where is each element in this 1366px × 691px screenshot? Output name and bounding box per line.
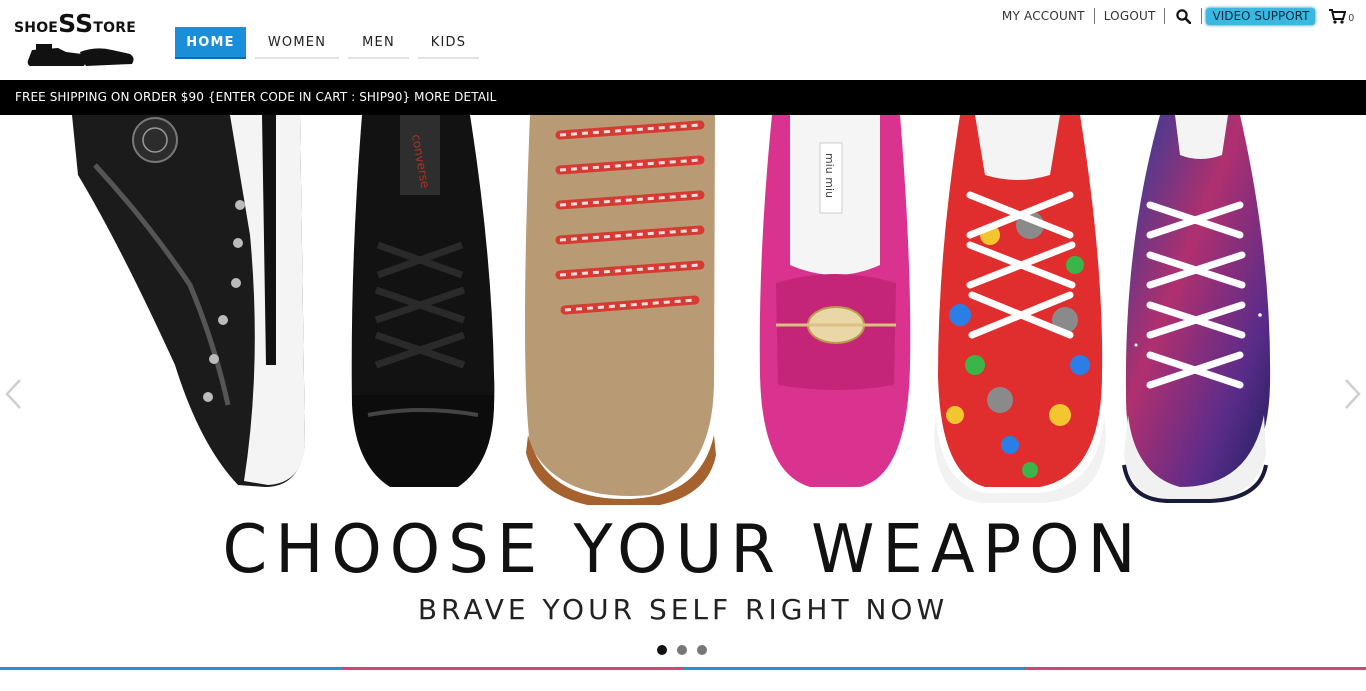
logo-wordmark: SHOESSTORE [14, 9, 136, 38]
nav-kids[interactable]: KIDS [418, 27, 479, 59]
toolbar-divider [1201, 8, 1203, 24]
promo-text: FREE SHIPPING ON ORDER $90 {ENTER CODE I… [15, 90, 497, 104]
chevron-right-icon [1345, 379, 1361, 409]
nav-home[interactable]: HOME [175, 27, 246, 59]
section-divider [0, 667, 1366, 670]
cart-button[interactable]: 0 [1329, 8, 1354, 24]
slider-pagination [657, 645, 707, 655]
slider-dot-2[interactable] [677, 645, 687, 655]
search-button[interactable] [1165, 7, 1201, 25]
logo-shoes-icon [27, 44, 134, 66]
hero-headline: CHOOSE YOUR WEAPON [222, 511, 1144, 589]
chevron-left-icon [5, 379, 21, 409]
slider-prev-arrow[interactable] [2, 377, 26, 411]
black-converse-shoe: converse [351, 115, 495, 487]
hero-shoes-image: converse miu miu [72, 115, 1271, 505]
free-shipping-banner[interactable]: FREE SHIPPING ON ORDER $90 {ENTER CODE I… [0, 80, 1366, 115]
video-support-button[interactable]: VIDEO SUPPORT [1206, 7, 1316, 25]
nav-men[interactable]: MEN [348, 27, 409, 59]
pink-moccasin-shoe: miu miu [759, 115, 911, 487]
slider-dot-1[interactable] [657, 645, 667, 655]
slider-dot-3[interactable] [697, 645, 707, 655]
cart-icon [1329, 8, 1347, 24]
hero-subheadline: BRAVE YOUR SELF RIGHT NOW [417, 593, 949, 626]
cat-print-sneaker [934, 115, 1106, 503]
shoes-store-logo[interactable]: SHOESSTORE [14, 10, 148, 70]
main-nav: HOME WOMEN MEN KIDS [175, 27, 479, 59]
tan-suede-boot [525, 115, 716, 505]
cart-count: 0 [1348, 12, 1354, 24]
account-toolbar: MY ACCOUNT LOGOUT VIDEO SUPPORT 0 [993, 7, 1366, 25]
miu-miu-label: miu miu [823, 153, 836, 198]
search-icon [1176, 8, 1191, 24]
hero-slider: converse miu miu CHOOSE YOUR WEAPON BRAV… [0, 115, 1366, 667]
galaxy-hightop-shoe [1122, 115, 1271, 503]
my-account-link[interactable]: MY ACCOUNT [993, 8, 1094, 24]
nav-women[interactable]: WOMEN [255, 27, 339, 59]
site-header: SHOESSTORE HOME WOMEN MEN KIDS MY ACCOUN… [0, 0, 1366, 80]
black-hightop-shoe [72, 115, 305, 487]
slider-next-arrow[interactable] [1340, 377, 1364, 411]
logout-link[interactable]: LOGOUT [1095, 8, 1165, 24]
